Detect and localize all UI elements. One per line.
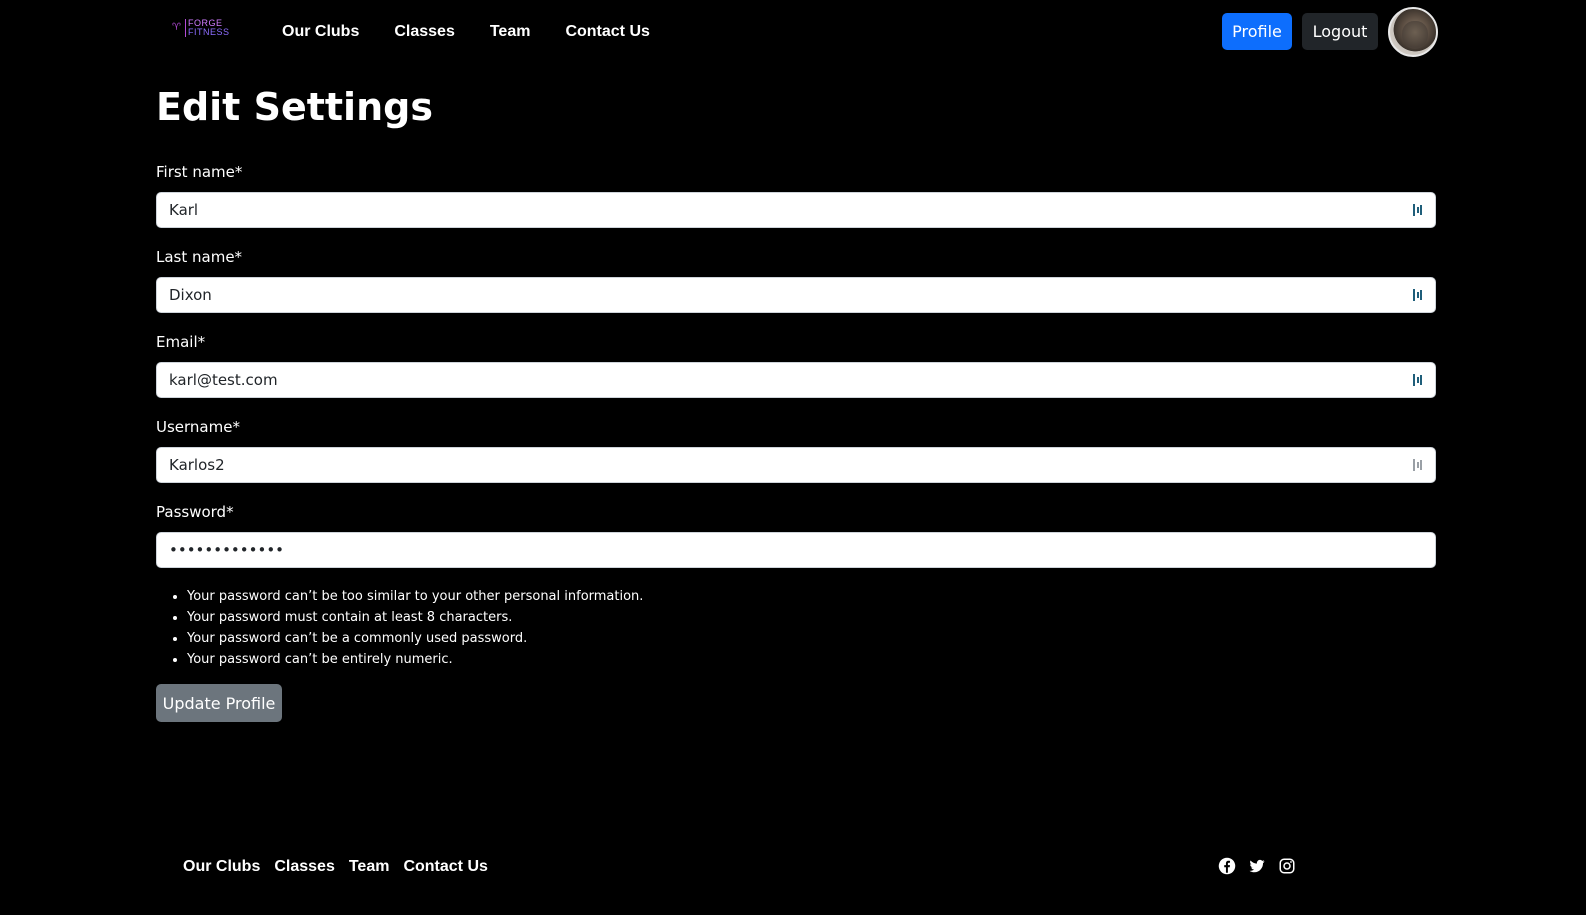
profile-button[interactable]: Profile <box>1222 13 1292 50</box>
brand-line-2: FITNESS <box>187 27 230 37</box>
password-manager-icon[interactable] <box>1413 289 1423 301</box>
password-rule: Your password must contain at least 8 ch… <box>187 607 643 628</box>
facebook-icon[interactable] <box>1218 857 1236 875</box>
nav-link-team[interactable]: Team <box>490 21 531 43</box>
first-name-label: First name* <box>156 163 243 181</box>
footer-nav: Our Clubs Classes Team Contact Us <box>183 856 502 878</box>
last-name-label: Last name* <box>156 248 243 266</box>
footer-link-classes[interactable]: Classes <box>274 856 335 878</box>
first-name-value: Karl <box>169 201 199 219</box>
password-manager-icon[interactable] <box>1413 374 1423 386</box>
avatar[interactable] <box>1388 7 1438 57</box>
instagram-icon[interactable] <box>1278 857 1296 875</box>
footer-link-team[interactable]: Team <box>349 856 390 878</box>
last-name-value: Dixon <box>169 286 212 304</box>
nav-link-classes[interactable]: Classes <box>394 21 455 43</box>
password-rules-list: Your password can’t be too similar to yo… <box>156 586 643 670</box>
main-nav: Our Clubs Classes Team Contact Us <box>282 21 685 43</box>
password-label: Password* <box>156 503 234 521</box>
brand-mark-icon: ♈︎ <box>172 22 181 33</box>
password-rule: Your password can’t be a commonly used p… <box>187 628 643 649</box>
password-manager-icon[interactable] <box>1413 459 1423 471</box>
twitter-icon[interactable] <box>1248 857 1266 875</box>
email-field[interactable]: karl@test.com <box>156 362 1436 398</box>
password-rule: Your password can’t be too similar to yo… <box>187 586 643 607</box>
password-field[interactable]: ••••••••••••• <box>156 532 1436 568</box>
logout-button[interactable]: Logout <box>1302 13 1378 50</box>
username-label: Username* <box>156 418 240 436</box>
top-navbar: ♈︎ FORGE FITNESS Our Clubs Classes Team … <box>0 0 1586 64</box>
password-value: ••••••••••••• <box>169 541 285 559</box>
first-name-field[interactable]: Karl <box>156 192 1436 228</box>
email-label: Email* <box>156 333 206 351</box>
username-value: Karlos2 <box>169 456 225 474</box>
username-field[interactable]: Karlos2 <box>156 447 1436 483</box>
password-manager-icon[interactable] <box>1413 204 1423 216</box>
nav-link-contact-us[interactable]: Contact Us <box>565 21 649 43</box>
avatar-image <box>1402 21 1428 49</box>
email-value: karl@test.com <box>169 371 278 389</box>
brand-wordmark: FORGE FITNESS <box>184 19 230 37</box>
footer-link-our-clubs[interactable]: Our Clubs <box>183 856 260 878</box>
social-links <box>1218 857 1296 875</box>
nav-link-our-clubs[interactable]: Our Clubs <box>282 21 359 43</box>
page-title: Edit Settings <box>156 85 433 129</box>
footer-link-contact-us[interactable]: Contact Us <box>403 856 487 878</box>
update-profile-button[interactable]: Update Profile <box>156 684 282 722</box>
password-rule: Your password can’t be entirely numeric. <box>187 649 643 670</box>
brand-logo[interactable]: ♈︎ FORGE FITNESS <box>172 19 229 37</box>
last-name-field[interactable]: Dixon <box>156 277 1436 313</box>
